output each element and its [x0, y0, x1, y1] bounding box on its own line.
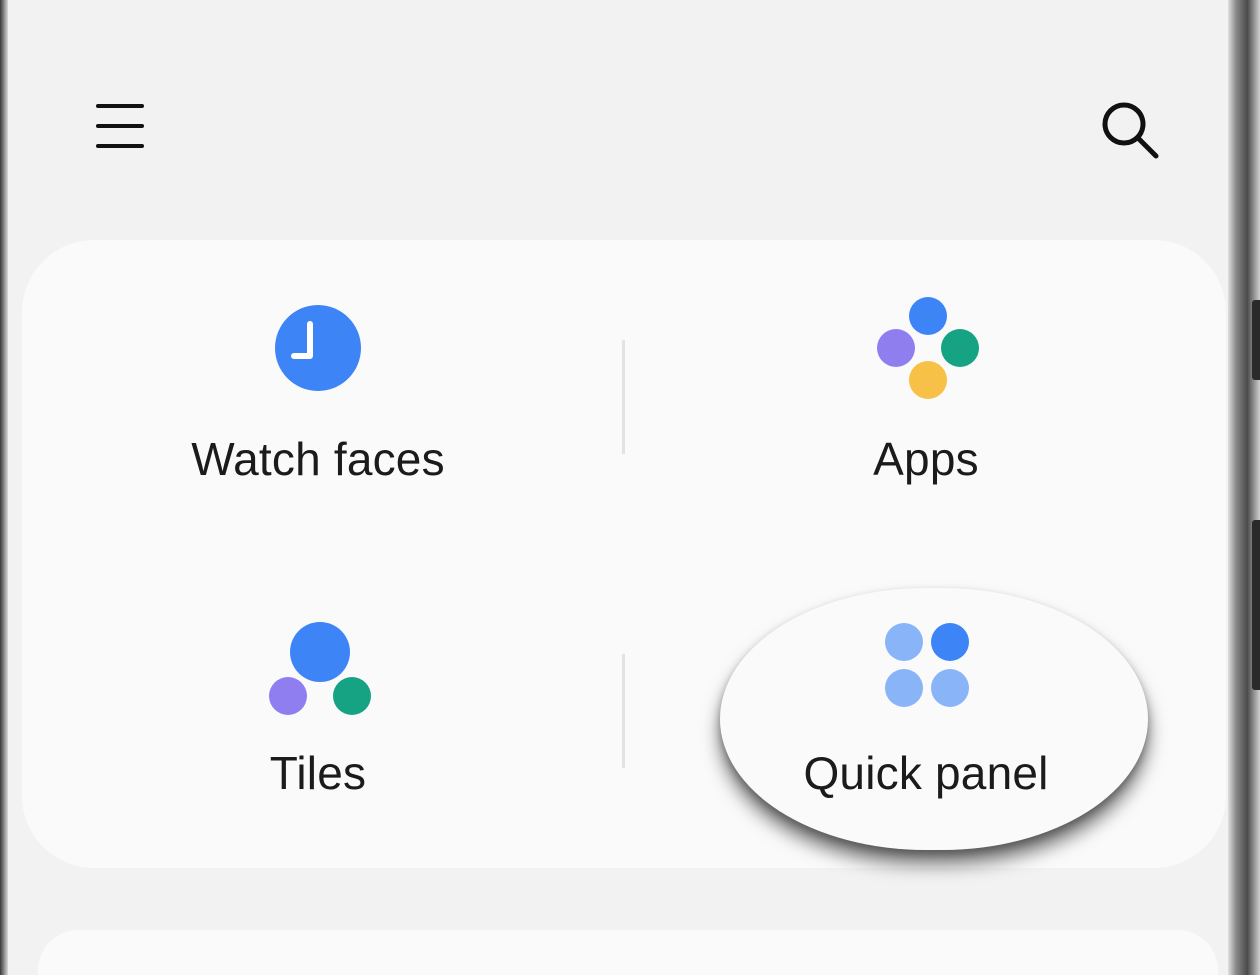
quick-panel-item[interactable]: Quick panel [726, 610, 1126, 820]
hamburger-menu-icon[interactable] [92, 98, 150, 154]
phone-volume-button [1252, 520, 1260, 690]
quick-panel-icon [885, 623, 969, 707]
phone-frame-right-edge [1228, 0, 1260, 975]
divider [622, 340, 625, 454]
watch-faces-item[interactable]: Watch faces [118, 290, 518, 510]
divider [622, 654, 625, 768]
tiles-icon [269, 622, 371, 715]
tiles-item[interactable]: Tiles [118, 610, 518, 820]
search-icon[interactable] [1096, 96, 1162, 162]
apps-dots-icon [877, 297, 979, 399]
next-section-card [38, 930, 1218, 975]
apps-label: Apps [873, 433, 979, 485]
app-screen: Watch faces Apps Tiles Quick panel [8, 0, 1228, 975]
tiles-label: Tiles [269, 747, 367, 799]
watch-faces-label: Watch faces [191, 433, 445, 485]
quick-panel-label: Quick panel [803, 747, 1049, 799]
apps-item[interactable]: Apps [726, 290, 1126, 510]
phone-side-button [1252, 300, 1260, 380]
phone-frame-left-edge [0, 0, 8, 975]
clock-icon [275, 305, 361, 391]
